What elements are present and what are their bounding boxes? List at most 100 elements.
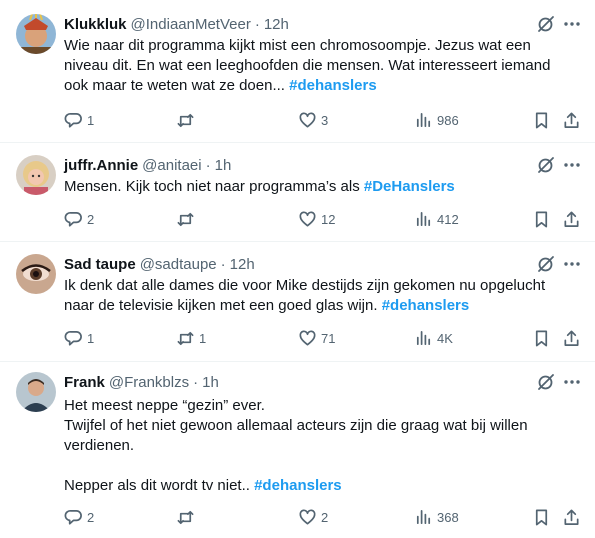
views-icon [416,211,431,226]
display-name[interactable]: Frank [64,374,105,391]
display-name[interactable]: juffr.Annie [64,157,138,174]
bookmark-button[interactable] [532,507,551,527]
share-button[interactable] [562,110,581,130]
timestamp[interactable]: 12h [230,256,255,273]
display-name[interactable]: Klukkluk [64,16,127,33]
retweet-count: 1 [199,330,207,346]
user-handle[interactable]: @anitaei [142,157,201,174]
user-handle[interactable]: @sadtaupe [140,256,217,273]
retweet-icon [177,331,194,345]
like-button[interactable]: 71 [298,328,335,348]
share-icon [564,509,579,525]
like-button[interactable]: 2 [298,507,328,527]
views-icon [416,509,431,524]
tweet-header: Sad taupe @sadtaupe · 12h [64,254,255,274]
more-icon[interactable] [562,372,582,392]
tweet-body: Ik denk dat alle dames die voor Mike des… [64,277,546,314]
reply-icon [64,211,82,227]
views-count: 4K [437,330,453,346]
action-bar: 2 12 412 [56,209,586,229]
views-button[interactable]: 412 [414,209,459,229]
timestamp[interactable]: 1h [215,157,232,174]
retweet-icon [177,212,194,226]
heart-icon [299,112,316,128]
tweet-body: Mensen. Kijk toch niet naar programma’s … [64,178,364,195]
like-button[interactable]: 3 [298,110,328,130]
reply-count: 1 [87,112,95,128]
bookmark-icon [535,211,548,227]
reply-icon [64,330,82,346]
user-handle[interactable]: @Frankblzs [109,374,189,391]
reply-button[interactable]: 1 [64,328,94,348]
more-icon[interactable] [562,14,582,34]
hashtag-link[interactable]: #dehanslers [289,77,377,94]
retweet-button[interactable] [176,507,199,527]
views-icon [416,112,431,127]
tweet-text: Ik denk dat alle dames die voor Mike des… [64,276,564,316]
retweet-icon [177,113,194,127]
share-button[interactable] [562,507,581,527]
avatar[interactable] [16,155,56,195]
hashtag-link[interactable]: #dehanslers [254,477,342,494]
retweet-button[interactable] [176,110,199,130]
heart-icon [299,211,316,227]
heart-icon [299,330,316,346]
more-icon[interactable] [562,254,582,274]
like-count: 71 [321,330,336,346]
grok-icon[interactable] [536,14,556,34]
avatar[interactable] [16,14,56,54]
more-icon[interactable] [562,155,582,175]
user-handle[interactable]: @IndiaanMetVeer [131,16,251,33]
reply-count: 1 [87,330,95,346]
views-icon [416,330,431,345]
share-icon [564,211,579,227]
separator-dot: · [205,156,211,174]
retweet-button[interactable] [176,209,199,229]
views-count: 986 [437,112,459,128]
bookmark-button[interactable] [532,209,551,229]
timestamp[interactable]: 1h [202,374,219,391]
hashtag-link[interactable]: #DeHanslers [364,178,455,195]
like-count: 3 [321,112,329,128]
tweet-line: Nepper als dit wordt tv niet.. #dehansle… [64,476,564,496]
reply-button[interactable]: 2 [64,209,94,229]
tweet-text: Mensen. Kijk toch niet naar programma’s … [64,177,564,197]
reply-button[interactable]: 1 [64,110,94,130]
timeline: Klukkluk @IndiaanMetVeer · 12h Wie naar … [0,0,595,538]
display-name[interactable]: Sad taupe [64,256,136,273]
grok-icon[interactable] [536,372,556,392]
hashtag-link[interactable]: #dehanslers [382,297,470,314]
share-button[interactable] [562,209,581,229]
share-button[interactable] [562,328,581,348]
views-button[interactable]: 4K [414,328,453,348]
grok-icon[interactable] [536,254,556,274]
avatar[interactable] [16,254,56,294]
bookmark-icon [535,509,548,525]
like-count: 12 [321,211,336,227]
action-bar: 1 3 986 [56,110,586,130]
tweet[interactable]: Klukkluk @IndiaanMetVeer · 12h Wie naar … [0,0,595,143]
tweet-line: Het meest neppe “gezin” ever. [64,397,265,414]
bookmark-button[interactable] [532,110,551,130]
tweet[interactable]: Frank @Frankblzs · 1h Het meest neppe “g… [0,362,595,538]
reply-count: 2 [87,509,95,525]
share-icon [564,330,579,346]
tweet-body: Nepper als dit wordt tv niet.. [64,477,255,494]
views-button[interactable]: 986 [414,110,459,130]
reply-icon [64,509,82,525]
retweet-button[interactable]: 1 [176,328,206,348]
reply-button[interactable]: 2 [64,507,94,527]
reply-icon [64,112,82,128]
views-button[interactable]: 368 [414,507,459,527]
like-button[interactable]: 12 [298,209,335,229]
tweet-text: Het meest neppe “gezin” ever. Twijfel of… [64,396,564,496]
avatar[interactable] [16,372,56,412]
reply-count: 2 [87,211,95,227]
action-bar: 1 1 71 4K [56,328,586,348]
bookmark-button[interactable] [532,328,551,348]
timestamp[interactable]: 12h [264,16,289,33]
grok-icon[interactable] [536,155,556,175]
bookmark-icon [535,112,548,128]
tweet[interactable]: juffr.Annie @anitaei · 1h Mensen. Kijk t… [0,143,595,242]
tweet[interactable]: Sad taupe @sadtaupe · 12h Ik denk dat al… [0,242,595,362]
